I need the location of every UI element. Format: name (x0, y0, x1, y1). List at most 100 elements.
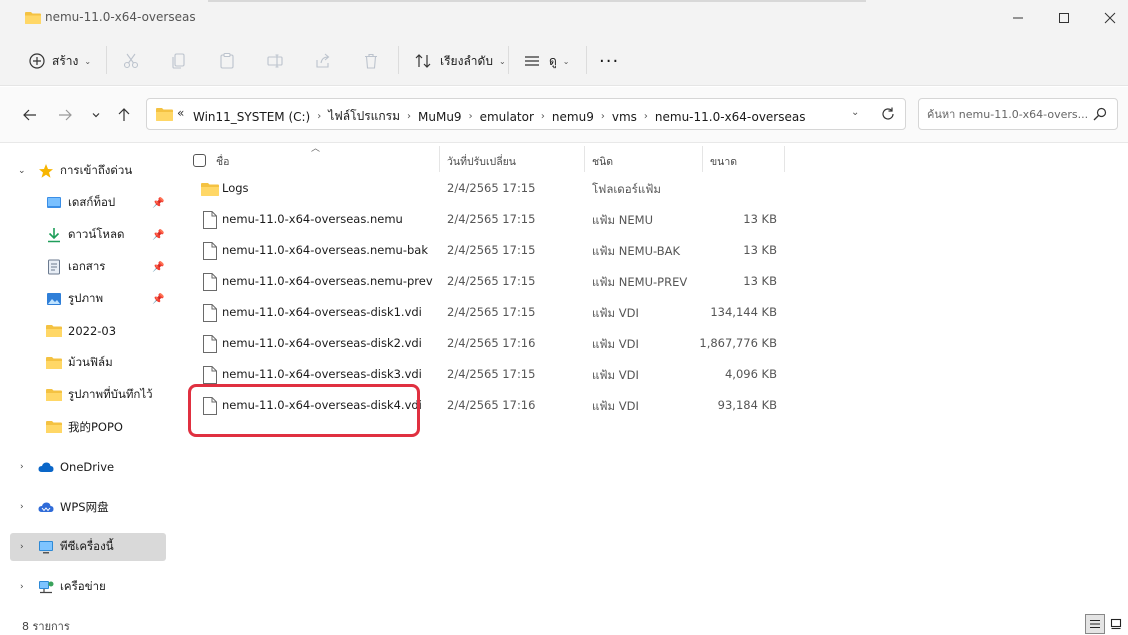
sidebar-item-downloads[interactable]: ดาวน์โหลด 📌 (10, 221, 166, 249)
sidebar-item-label: WPS网盘 (60, 500, 109, 514)
chevron-right-icon[interactable]: › (469, 111, 473, 122)
chevron-right-icon[interactable]: › (20, 582, 24, 592)
search-box[interactable] (918, 98, 1118, 130)
chevron-right-icon[interactable]: › (407, 111, 411, 122)
pin-icon[interactable]: 📌 (152, 262, 164, 273)
network-icon (39, 581, 54, 594)
sidebar-item-this-pc[interactable]: › พีซีเครื่องนี้ (10, 533, 166, 561)
file-type: โฟลเดอร์แฟ้ม (592, 182, 661, 196)
crumb-program-files[interactable]: ไฟล์โปรแกรม (328, 107, 400, 126)
sort-button[interactable]: เรียงลำดับ ⌄ (414, 48, 506, 74)
chevron-down-icon[interactable]: ⌄ (18, 166, 26, 176)
column-divider[interactable] (584, 146, 585, 172)
crumb-nemu9[interactable]: nemu9 (552, 110, 594, 124)
search-input[interactable] (927, 105, 1087, 123)
column-divider[interactable] (439, 146, 440, 172)
back-button[interactable] (18, 105, 42, 125)
crumb-vms[interactable]: vms (612, 110, 637, 124)
sidebar-item-onedrive[interactable]: › OneDrive (10, 453, 166, 481)
address-history-button[interactable]: ⌄ (851, 107, 859, 118)
toolbar-divider (508, 46, 509, 74)
share-button[interactable] (314, 48, 332, 74)
chevron-right-icon[interactable]: › (317, 111, 321, 122)
crumb-current-folder[interactable]: nemu-11.0-x64-overseas (655, 110, 806, 124)
chevron-down-icon: ⌄ (84, 56, 92, 66)
cut-button[interactable] (122, 48, 140, 74)
table-row[interactable]: nemu-11.0-x64-overseas-disk2.vdi 2/4/256… (192, 330, 782, 358)
column-header-name[interactable]: ชื่อ (216, 153, 229, 170)
sidebar-item-wps-drive[interactable]: › WPS网盘 (10, 493, 166, 521)
table-row[interactable]: nemu-11.0-x64-overseas.nemu 2/4/2565 17:… (192, 206, 782, 234)
file-date: 2/4/2565 17:15 (447, 212, 536, 226)
folder-icon (25, 12, 41, 24)
sidebar-item-camera-roll[interactable]: ม้วนฟิล์ม (10, 349, 166, 377)
status-bar: 8 รายการ (0, 614, 1128, 635)
new-button[interactable]: สร้าง ⌄ (28, 48, 91, 74)
copy-button[interactable] (170, 48, 188, 74)
table-row[interactable]: Logs 2/4/2565 17:15 โฟลเดอร์แฟ้ม (192, 175, 782, 203)
sidebar-item-documents[interactable]: เอกสาร 📌 (10, 253, 166, 281)
column-divider[interactable] (702, 146, 703, 172)
folder-icon (201, 183, 219, 196)
chevron-down-icon: ⌄ (562, 56, 570, 66)
minimize-button[interactable] (995, 4, 1041, 32)
hidden-crumbs-button[interactable]: « (177, 106, 184, 120)
crumb-mumu9[interactable]: MuMu9 (418, 110, 462, 124)
select-all-checkbox[interactable] (193, 154, 206, 167)
chevron-right-icon[interactable]: › (20, 462, 24, 472)
chevron-right-icon[interactable]: › (644, 111, 648, 122)
chevron-right-icon[interactable]: › (541, 111, 545, 122)
column-header-size[interactable]: ขนาด (710, 153, 737, 170)
sidebar-item-quick-access[interactable]: ⌄ การเข้าถึงด่วน (10, 157, 166, 185)
title-bar: nemu-11.0-x64-overseas (0, 0, 1128, 36)
view-button[interactable]: ดู ⌄ (523, 48, 570, 74)
close-button[interactable] (1087, 4, 1128, 32)
breadcrumb: Win11_SYSTEM (C:) › ไฟล์โปรแกรม › MuMu9 … (193, 107, 805, 126)
more-options-button[interactable]: ··· (599, 48, 619, 74)
large-icons-view-button[interactable] (1106, 614, 1126, 634)
address-bar[interactable]: « Win11_SYSTEM (C:) › ไฟล์โปรแกรม › MuMu… (146, 98, 906, 130)
chevron-right-icon[interactable]: › (20, 502, 24, 512)
maximize-button[interactable] (1041, 4, 1087, 32)
pin-icon[interactable]: 📌 (152, 230, 164, 241)
file-icon (203, 304, 217, 322)
sidebar-item-network[interactable]: › เครือข่าย (10, 573, 166, 601)
table-row[interactable]: nemu-11.0-x64-overseas-disk1.vdi 2/4/256… (192, 299, 782, 327)
tiles-view-icon (1110, 618, 1122, 630)
forward-button[interactable] (53, 105, 77, 125)
search-icon[interactable] (1093, 107, 1107, 121)
file-name: nemu-11.0-x64-overseas.nemu-prev (222, 274, 433, 288)
sidebar-item-label: พีซีเครื่องนี้ (60, 539, 114, 553)
file-size: 13 KB (743, 212, 777, 226)
column-header-type[interactable]: ชนิด (592, 153, 613, 170)
chevron-right-icon[interactable]: › (601, 111, 605, 122)
refresh-icon[interactable] (880, 106, 896, 122)
crumb-emulator[interactable]: emulator (480, 110, 534, 124)
pin-icon[interactable]: 📌 (152, 198, 164, 209)
sidebar-item-label: 2022-03 (68, 324, 117, 338)
sidebar-item-saved-pictures[interactable]: รูปภาพที่บันทึกไว้ (10, 381, 166, 409)
file-date: 2/4/2565 17:15 (447, 367, 536, 381)
delete-button[interactable] (362, 48, 380, 74)
table-row[interactable]: nemu-11.0-x64-overseas.nemu-bak 2/4/2565… (192, 237, 782, 265)
table-row[interactable]: nemu-11.0-x64-overseas.nemu-prev 2/4/256… (192, 268, 782, 296)
close-icon (1104, 12, 1116, 24)
paste-button[interactable] (218, 48, 236, 74)
sidebar-item-pictures[interactable]: รูปภาพ 📌 (10, 285, 166, 313)
rename-icon (267, 54, 283, 68)
details-view-button[interactable] (1085, 614, 1105, 634)
maximize-icon (1059, 13, 1069, 23)
pin-icon[interactable]: 📌 (152, 294, 164, 305)
chevron-right-icon[interactable]: › (20, 542, 24, 552)
rename-button[interactable] (266, 48, 284, 74)
file-name: nemu-11.0-x64-overseas-disk2.vdi (222, 336, 422, 350)
column-divider[interactable] (784, 146, 785, 172)
sidebar-item-desktop[interactable]: เดสก์ท็อป 📌 (10, 189, 166, 217)
sidebar-item-2022-03[interactable]: 2022-03 (10, 317, 166, 345)
sidebar-item-my-popo[interactable]: 我的POPO (10, 413, 166, 441)
crumb-drive[interactable]: Win11_SYSTEM (C:) (193, 110, 310, 124)
recent-locations-button[interactable] (84, 105, 108, 125)
window-tab[interactable]: nemu-11.0-x64-overseas (8, 0, 218, 36)
column-header-date[interactable]: วันที่ปรับเปลี่ยน (447, 153, 516, 170)
up-button[interactable] (112, 105, 136, 125)
